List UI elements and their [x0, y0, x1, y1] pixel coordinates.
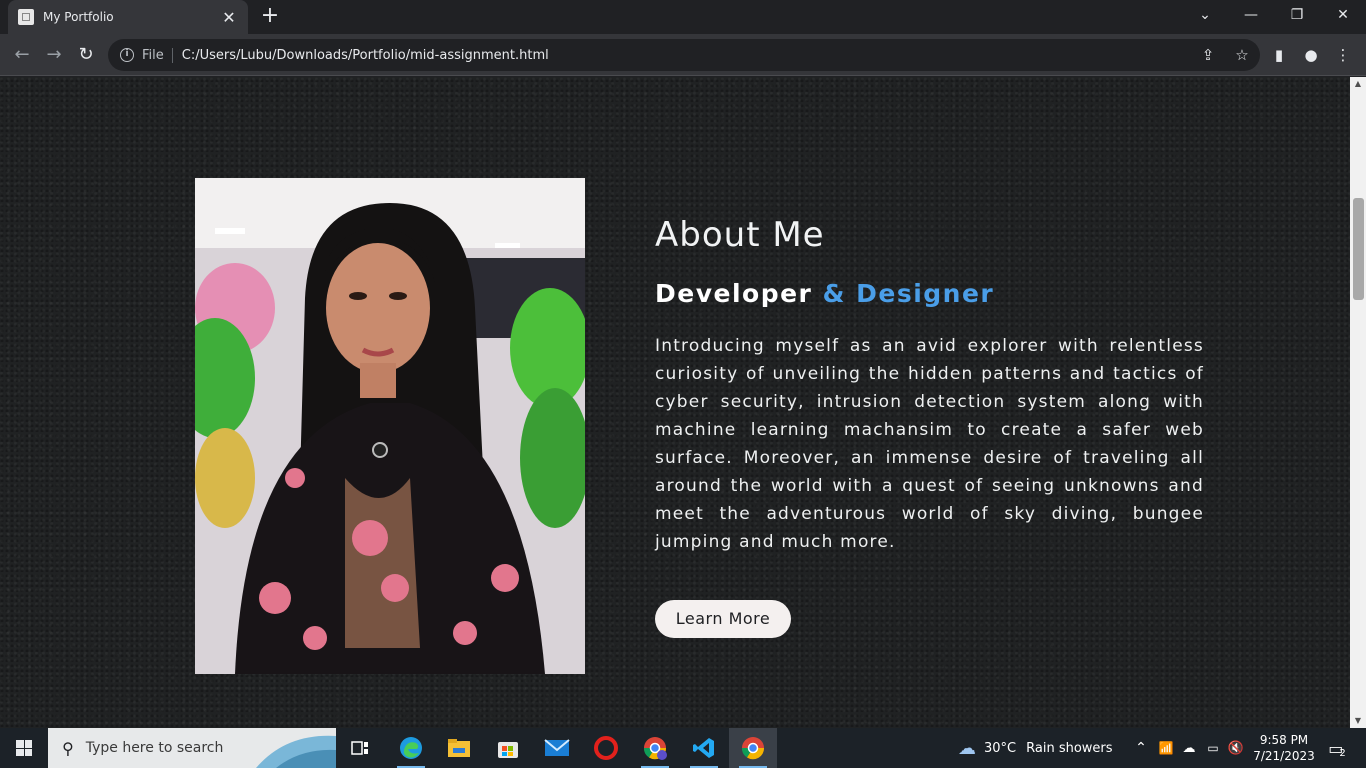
taskbar-search-box[interactable]: ⚲ Type here to search	[48, 728, 336, 768]
url-text[interactable]: C:/Users/Lubu/Downloads/Portfolio/mid-as…	[182, 48, 549, 63]
site-info-icon[interactable]: i	[120, 48, 134, 62]
minimize-button[interactable]: —	[1228, 0, 1274, 30]
browser-toolbar: ← → ↻ i File C:/Users/Lubu/Downloads/Por…	[0, 34, 1366, 76]
subtitle-developer: Developer	[655, 279, 813, 308]
search-icon: ⚲	[62, 738, 74, 758]
weather-widget[interactable]: ☁ 30°C Rain showers	[958, 728, 1113, 768]
scroll-thumb[interactable]	[1353, 198, 1364, 300]
mail-icon[interactable]	[533, 728, 581, 768]
weather-rain-cloud-icon: ☁	[958, 737, 976, 759]
profile-icon[interactable]: ●	[1299, 43, 1323, 67]
page-scrollbar[interactable]: ▲ ▼	[1350, 77, 1366, 728]
tab-title: My Portfolio	[43, 10, 114, 24]
scroll-down-arrow-icon[interactable]: ▼	[1350, 714, 1366, 728]
onedrive-cloud-icon[interactable]: ☁	[1180, 728, 1198, 768]
about-section: About Me Developer & Designer Introducin…	[655, 215, 1204, 556]
notification-count: 2	[1339, 747, 1346, 759]
tab-search-chevron-icon[interactable]: ⌄	[1182, 0, 1228, 30]
page-viewport: About Me Developer & Designer Introducin…	[0, 77, 1350, 728]
address-bar[interactable]: i File C:/Users/Lubu/Downloads/Portfolio…	[108, 39, 1260, 71]
chrome-active-icon[interactable]	[729, 728, 777, 768]
restore-button[interactable]: ❐	[1274, 0, 1320, 30]
weather-temperature: 30°C	[984, 740, 1017, 756]
start-button[interactable]	[0, 728, 48, 768]
vscode-icon[interactable]	[680, 728, 728, 768]
side-panel-icon[interactable]: ▮	[1267, 43, 1291, 67]
about-subtitle: Developer & Designer	[655, 279, 1204, 308]
notification-center-button[interactable]: ▭ 2	[1322, 728, 1352, 768]
about-heading: About Me	[655, 215, 825, 255]
tab-strip: My Portfolio ✕ + ⌄ — ❐ ✕	[0, 0, 1366, 34]
share-icon[interactable]: ⇪	[1198, 45, 1218, 65]
wifi-icon[interactable]: 📶	[1158, 728, 1174, 768]
windows-taskbar: ⚲ Type here to search ☁ 30°C Rain shower…	[0, 728, 1366, 768]
show-hidden-icons-chevron-icon[interactable]: ⌃	[1132, 728, 1150, 768]
tab-my-portfolio[interactable]: My Portfolio ✕	[8, 0, 248, 34]
weather-description: Rain showers	[1026, 740, 1113, 756]
scroll-up-arrow-icon[interactable]: ▲	[1350, 77, 1366, 91]
windows-logo-icon	[16, 740, 32, 756]
bookmark-star-icon[interactable]: ☆	[1232, 45, 1252, 65]
tab-close-icon[interactable]: ✕	[220, 8, 238, 27]
task-view-icon[interactable]	[336, 728, 384, 768]
page-favicon-icon	[18, 9, 34, 25]
opera-icon[interactable]	[582, 728, 630, 768]
file-explorer-icon[interactable]	[435, 728, 483, 768]
subtitle-designer: & Designer	[822, 279, 995, 308]
chrome-profile-icon[interactable]	[631, 728, 679, 768]
search-placeholder: Type here to search	[85, 740, 224, 756]
reload-icon[interactable]: ↻	[74, 43, 98, 67]
learn-more-button[interactable]: Learn More	[655, 600, 791, 638]
clock-time: 9:58 PM	[1259, 733, 1309, 747]
about-paragraph: Introducing myself as an avid explorer w…	[655, 336, 1204, 552]
new-tab-button[interactable]: +	[258, 5, 282, 29]
search-highlight-image	[256, 735, 336, 768]
battery-icon[interactable]: ▭	[1204, 728, 1222, 768]
clock-date: 7/21/2023	[1253, 749, 1315, 763]
taskbar-clock[interactable]: 9:58 PM 7/21/2023	[1248, 732, 1320, 764]
profile-photo	[195, 178, 585, 674]
volume-muted-icon[interactable]: 🔇	[1227, 728, 1245, 768]
back-arrow-icon[interactable]: ←	[10, 43, 34, 67]
close-window-button[interactable]: ✕	[1320, 0, 1366, 30]
forward-arrow-icon[interactable]: →	[42, 43, 66, 67]
scheme-label: File	[142, 47, 173, 63]
edge-browser-icon[interactable]	[387, 728, 435, 768]
menu-kebab-icon[interactable]: ⋮	[1331, 43, 1355, 67]
microsoft-store-icon[interactable]	[484, 728, 532, 768]
